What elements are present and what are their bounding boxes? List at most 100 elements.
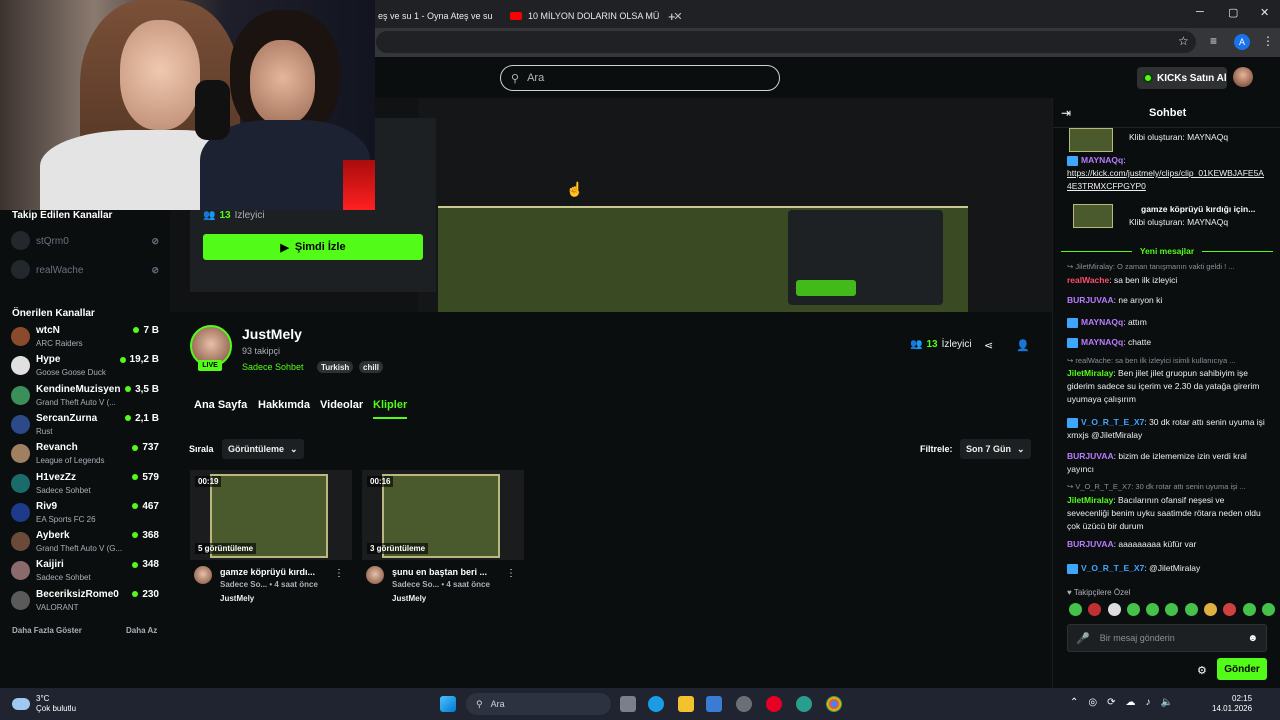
onedrive-icon[interactable]: ☁ xyxy=(1126,697,1136,708)
media-controls-icon[interactable]: ≡ xyxy=(1210,34,1217,48)
chat-username[interactable]: V_O_R_T_E_X7 xyxy=(1081,563,1144,573)
search-input[interactable]: ⚲ Ara xyxy=(500,65,780,91)
clip-title[interactable]: şunu en baştan beri ... xyxy=(392,567,487,577)
emote-icon[interactable] xyxy=(1146,603,1160,616)
tab-clips[interactable]: Klipler xyxy=(373,399,408,419)
emoji-picker-icon[interactable]: ☻ xyxy=(1247,633,1258,644)
bookmark-star-icon[interactable]: ☆ xyxy=(1178,34,1189,48)
recommended-channel-item[interactable]: H1vezZz Sadece Sohbet 579 xyxy=(11,471,161,499)
reply-reference[interactable]: ↪ V_O_R_T_E_X7: 30 dk rotar attı senin u… xyxy=(1067,482,1267,491)
emote-icon[interactable] xyxy=(1261,603,1275,616)
emote-icon[interactable] xyxy=(1088,603,1102,616)
emote-icon[interactable] xyxy=(1223,603,1237,616)
file-explorer-icon[interactable] xyxy=(678,696,694,712)
microphone-icon[interactable]: 🎤 xyxy=(1076,632,1090,645)
weather-widget[interactable]: 3°C Çok bulutlu xyxy=(12,694,76,714)
emote-icon[interactable] xyxy=(1204,603,1218,616)
edge-icon[interactable] xyxy=(648,696,664,712)
chat-username[interactable]: JiletMiralay xyxy=(1067,495,1113,505)
start-icon[interactable] xyxy=(440,696,456,712)
clip-user[interactable]: JustMely xyxy=(392,594,426,603)
wifi-icon[interactable]: ◎ xyxy=(1088,697,1097,708)
recommended-channel-item[interactable]: Kaijiri Sadece Sohbet 348 xyxy=(11,558,161,586)
recommended-channel-item[interactable]: Riv9 EA Sports FC 26 467 xyxy=(11,500,161,528)
followed-channel-item[interactable]: realWache ⊘ xyxy=(11,257,161,285)
volume-icon[interactable]: 🔈 xyxy=(1161,697,1173,708)
more-options-icon[interactable]: ⋮ xyxy=(506,568,516,579)
reply-reference[interactable]: ↪ realWache: sa ben ilk izleyici isimli … xyxy=(1067,356,1267,365)
tab-videos[interactable]: Videolar xyxy=(320,399,363,411)
send-button[interactable]: Gönder xyxy=(1217,658,1267,680)
chat-link[interactable]: https://kick.com/justmely/clips/clip_01K… xyxy=(1067,168,1264,191)
clip-user[interactable]: JustMely xyxy=(220,594,254,603)
chat-username[interactable]: MAYNAQq xyxy=(1081,337,1123,347)
clock[interactable]: 02:15 14.01.2026 xyxy=(1212,694,1252,714)
pinterest-icon[interactable] xyxy=(766,696,782,712)
browser-profile-avatar[interactable]: A xyxy=(1234,34,1250,50)
followed-channel-item[interactable]: stQrm0 ⊘ xyxy=(11,228,161,256)
minimize-button[interactable]: ─ xyxy=(1196,6,1204,18)
chat-clip-card[interactable]: gamze köprüyü kırdığı için... Klibi oluş… xyxy=(1067,204,1267,232)
clip-title[interactable]: gamze köprüyü kırdı... xyxy=(220,567,315,577)
chat-username[interactable]: BURJUVAA xyxy=(1067,451,1114,461)
recommended-channel-item[interactable]: Hype Goose Goose Duck 19,2 B xyxy=(11,353,161,381)
emote-icon[interactable] xyxy=(1242,603,1256,616)
chat-username[interactable]: MAYNAQq xyxy=(1081,155,1123,165)
recommended-channel-item[interactable]: BeceriksizRome0 VALORANT 230 xyxy=(11,588,161,616)
reply-reference[interactable]: ↪ JiletMiralay: O zaman tanışmanın vakti… xyxy=(1067,262,1267,271)
sync-icon[interactable]: ⟳ xyxy=(1107,697,1115,708)
tag-chill[interactable]: chill xyxy=(359,361,384,373)
sort-select[interactable]: Görüntüleme ⌄ xyxy=(222,439,304,459)
store-icon[interactable] xyxy=(706,696,722,712)
channel-category[interactable]: Sadece Sohbet xyxy=(242,362,304,372)
chat-username[interactable]: JiletMiralay xyxy=(1067,368,1113,378)
recommended-channel-item[interactable]: Revanch League of Legends 737 xyxy=(11,441,161,469)
tag-turkish[interactable]: Turkish xyxy=(317,361,354,373)
show-more-button[interactable]: Daha Fazla Göster xyxy=(12,626,82,635)
clip-card[interactable]: 00:16 3 görüntüleme şunu en baştan beri … xyxy=(362,470,524,610)
buy-kicks-button[interactable]: KICKs Satın Al xyxy=(1137,67,1227,89)
avatar[interactable] xyxy=(194,566,212,584)
chevron-up-icon[interactable]: ⌃ xyxy=(1070,697,1078,708)
clip-card[interactable]: 00:19 5 görüntüleme gamze köprüyü kırdı.… xyxy=(190,470,352,610)
show-less-button[interactable]: Daha Az xyxy=(126,626,157,635)
chat-username[interactable]: realWache xyxy=(1067,275,1109,285)
chat-username[interactable]: MAYNAQq xyxy=(1081,317,1123,327)
avatar[interactable] xyxy=(366,566,384,584)
tab-home[interactable]: Ana Sayfa xyxy=(194,399,247,411)
emote-icon[interactable] xyxy=(1184,603,1198,616)
add-user-icon[interactable]: 👤 xyxy=(1016,339,1030,352)
clip-thumbnail[interactable]: 00:19 5 görüntüleme xyxy=(190,470,352,560)
chrome-icon[interactable] xyxy=(826,696,842,712)
microphone-icon[interactable]: ♪ xyxy=(1146,697,1151,708)
taskbar-search[interactable]: ⚲ Ara xyxy=(466,693,611,715)
emote-icon[interactable] xyxy=(1107,603,1121,616)
collapse-chat-icon[interactable]: ⇥ xyxy=(1061,106,1071,120)
new-tab-button[interactable]: + xyxy=(660,4,684,28)
chat-clip-card[interactable]: Klibi oluşturan: MAYNAQq xyxy=(1067,128,1267,156)
emote-icon[interactable] xyxy=(1126,603,1140,616)
chat-username[interactable]: BURJUVAA xyxy=(1067,295,1114,305)
close-window-button[interactable]: ✕ xyxy=(1260,6,1269,19)
watch-now-button[interactable]: ▶ Şimdi İzle xyxy=(203,234,423,260)
recommended-channel-item[interactable]: KendineMuzisyen Grand Theft Auto V (... 3,… xyxy=(11,383,161,411)
filter-select[interactable]: Son 7 Gün ⌄ xyxy=(960,439,1031,459)
task-view-icon[interactable] xyxy=(620,696,636,712)
maximize-button[interactable]: ▢ xyxy=(1228,6,1238,19)
app-icon[interactable] xyxy=(736,696,752,712)
share-icon[interactable]: ⋖ xyxy=(984,339,993,352)
user-avatar[interactable] xyxy=(1233,67,1253,87)
chat-username[interactable]: BURJUVAA xyxy=(1067,539,1114,549)
tab-about[interactable]: Hakkımda xyxy=(258,399,310,411)
emote-icon[interactable] xyxy=(1165,603,1179,616)
chat-username[interactable]: V_O_R_T_E_X7 xyxy=(1081,417,1144,427)
recommended-channel-item[interactable]: SercanZurna Rust 2,1 B xyxy=(11,412,161,440)
recommended-channel-item[interactable]: Ayberk Grand Theft Auto V (G... 368 xyxy=(11,529,161,557)
globe-icon[interactable] xyxy=(796,696,812,712)
emote-icon[interactable] xyxy=(1069,603,1082,616)
recommended-channel-item[interactable]: wtcN ARC Raiders 7 B xyxy=(11,324,161,352)
url-field[interactable] xyxy=(376,31,1196,53)
clip-thumbnail[interactable]: 00:16 3 görüntüleme xyxy=(362,470,524,560)
gear-icon[interactable]: ⚙ xyxy=(1197,664,1207,677)
browser-menu-icon[interactable]: ⋮ xyxy=(1262,34,1274,48)
